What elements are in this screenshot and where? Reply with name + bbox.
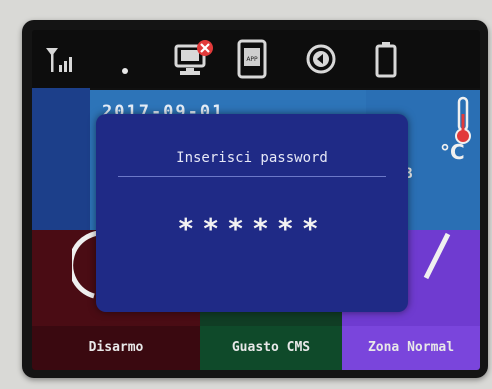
arm-icon [306, 44, 336, 74]
bottom-item-zona-normal[interactable]: Zona Normal [342, 326, 480, 370]
dot-icon [122, 68, 128, 74]
battery-icon [375, 42, 397, 78]
network-error-icon [174, 40, 213, 75]
thermometer-icon [455, 96, 471, 144]
password-dialog[interactable]: Inserisci password ****** [96, 114, 408, 312]
left-tile [32, 88, 90, 230]
zone-icon [423, 232, 451, 280]
signal-icon [46, 48, 72, 72]
temperature-unit: °C [440, 140, 465, 164]
app-icon-label: APP [246, 56, 258, 63]
bottom-item-disarmo[interactable]: Disarmo [32, 326, 200, 370]
dialog-separator [118, 176, 386, 177]
status-bar: APP [32, 30, 480, 88]
app-icon: APP [237, 39, 267, 79]
password-field[interactable]: ****** [96, 212, 408, 245]
dialog-title: Inserisci password [176, 150, 328, 166]
device-screen: APP 2017-09-01 °C B Disarmo Guasto CMS Z… [32, 30, 480, 370]
bottom-item-guasto-cms[interactable]: Guasto CMS [200, 326, 342, 370]
